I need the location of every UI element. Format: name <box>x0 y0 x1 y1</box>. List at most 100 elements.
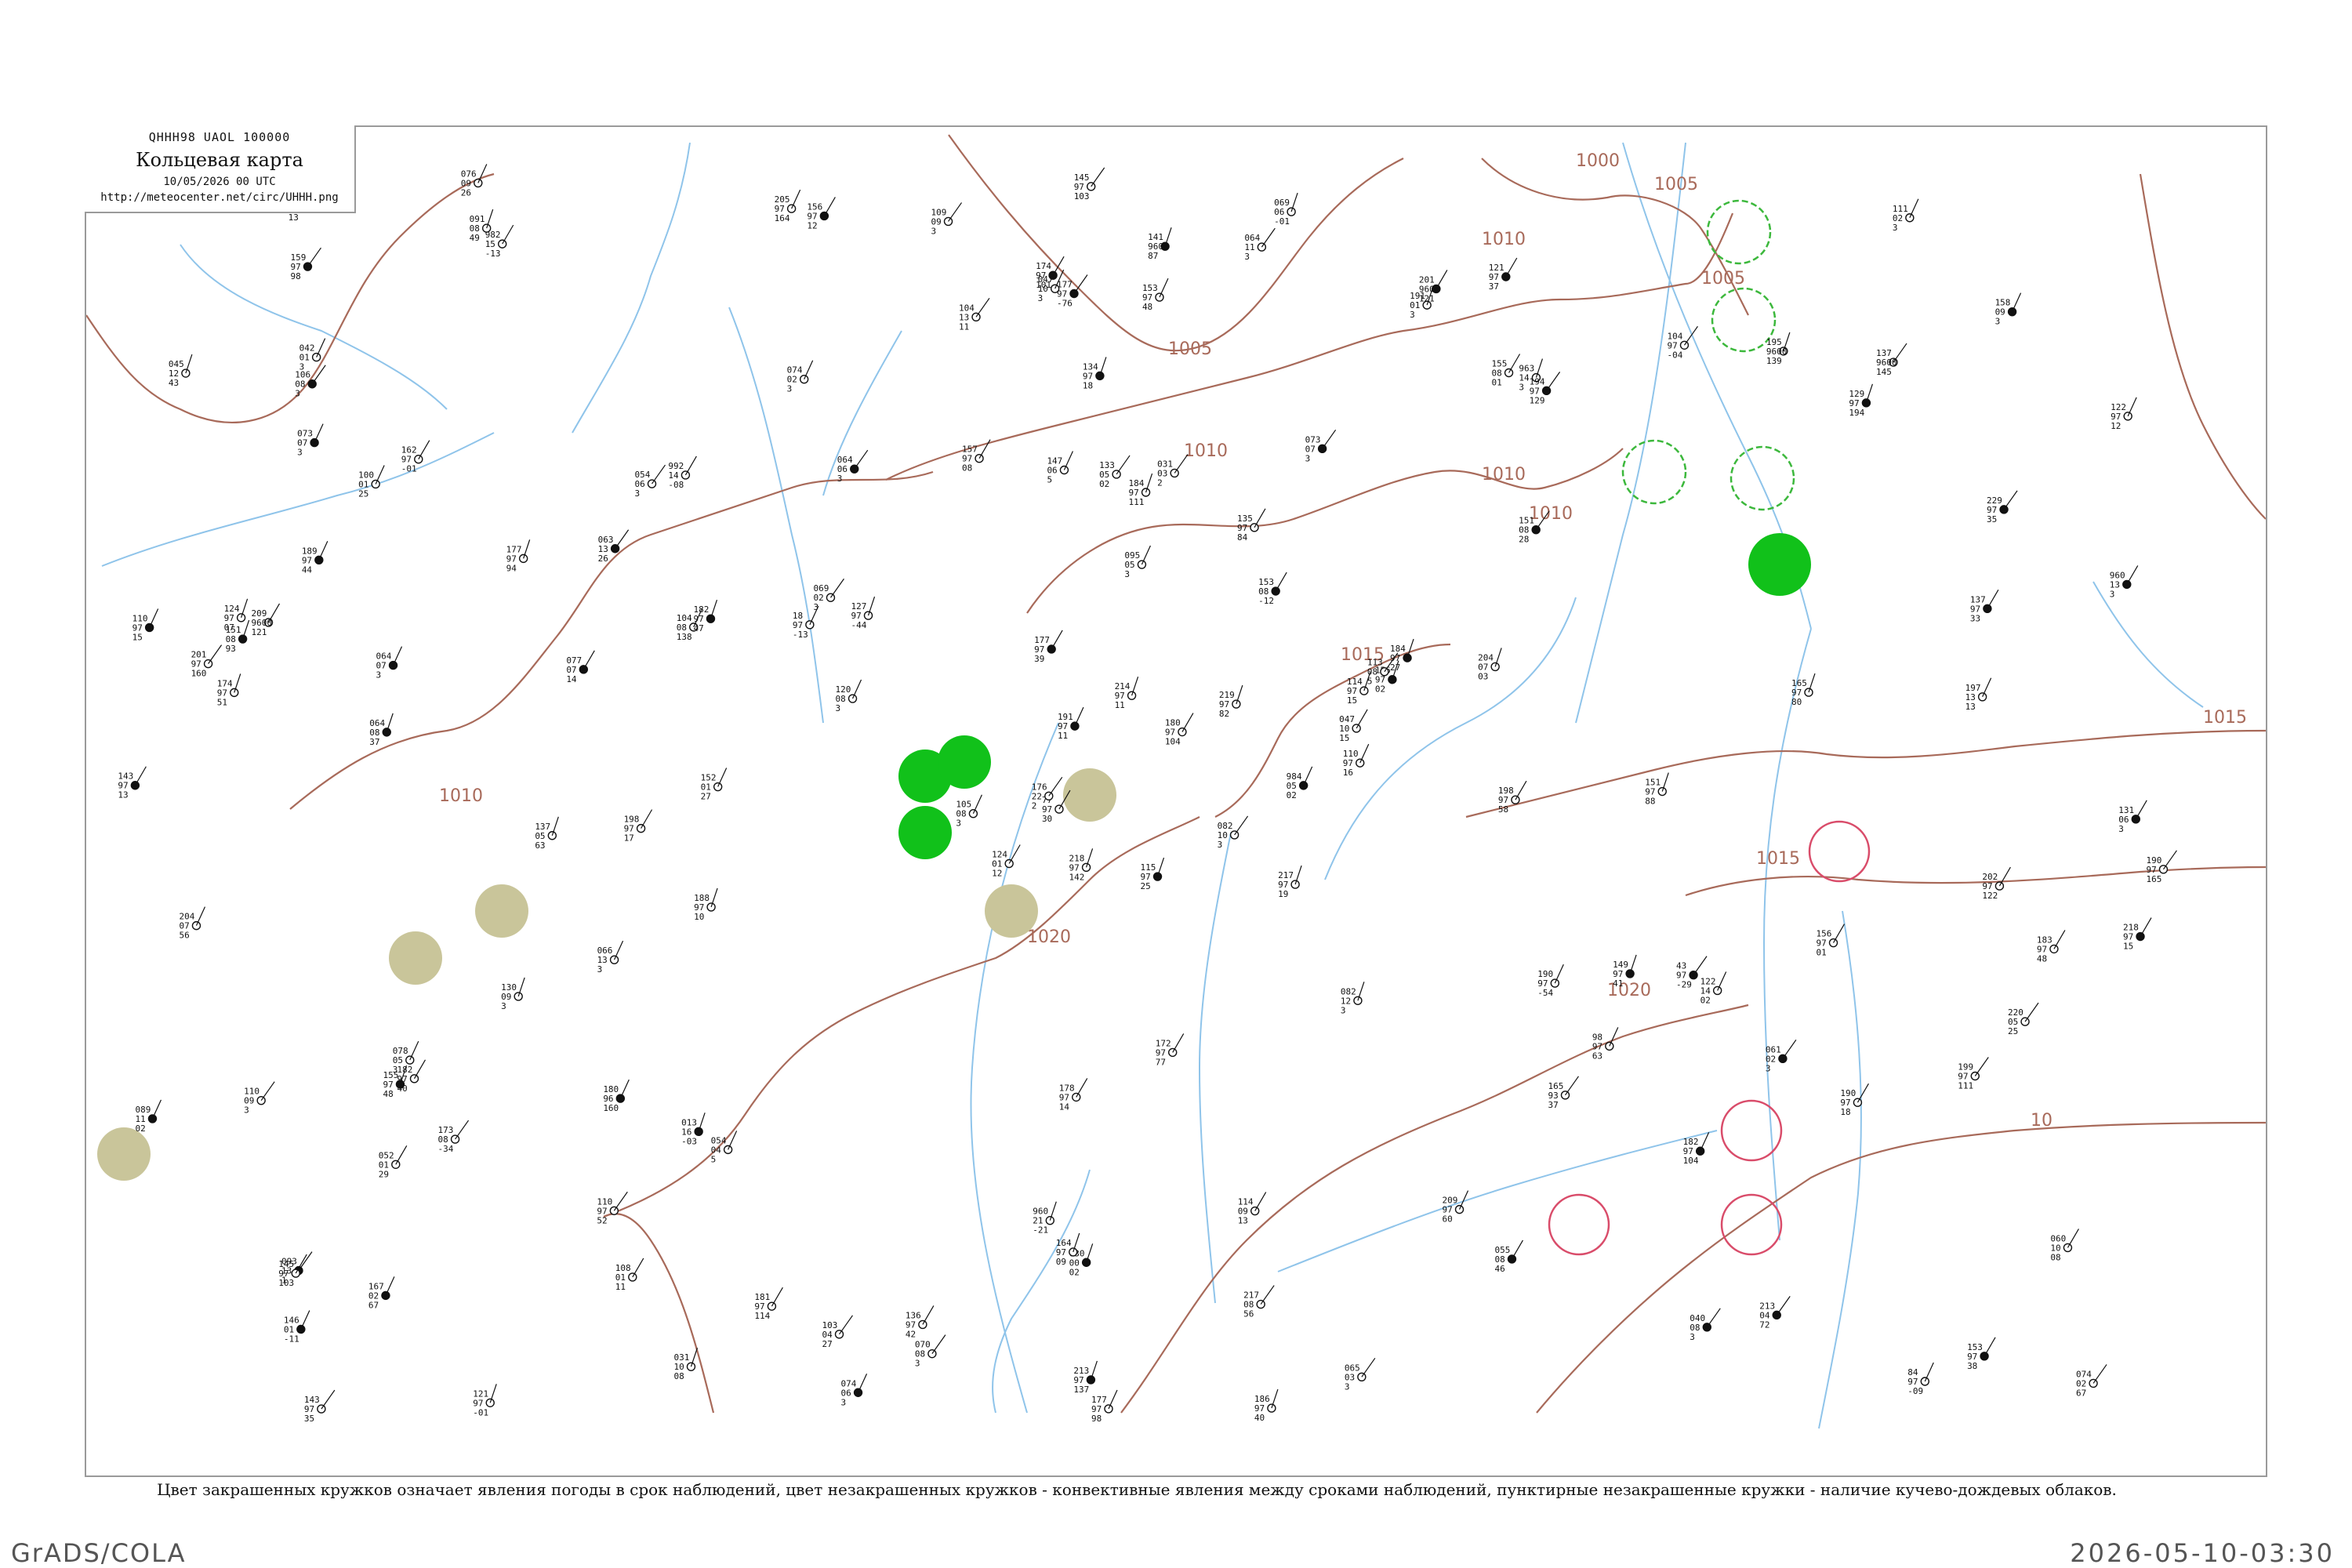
station-plot[interactable]: 1159725 <box>1141 857 1165 891</box>
station-plot[interactable]: 1539748 <box>1142 278 1169 312</box>
station-plot[interactable]: 12997194 <box>1849 383 1873 418</box>
station-plot[interactable]: 0471015 <box>1339 709 1368 743</box>
station-plot[interactable]: 061023 <box>1766 1039 1797 1073</box>
station-plot[interactable]: 095053 <box>1124 545 1151 579</box>
station-plot[interactable]: 1599798 <box>290 247 321 281</box>
station-plot[interactable]: 1379600145 <box>1876 343 1907 377</box>
station-plot[interactable]: 1989758 <box>1498 780 1527 815</box>
station-plot[interactable]: 1919711 <box>1058 706 1084 741</box>
station-plot[interactable]: 1379733 <box>1970 589 1999 623</box>
station-plot[interactable]: 1749751 <box>217 673 241 707</box>
station-plot[interactable]: 18096160 <box>603 1079 630 1113</box>
station-plot[interactable]: 1779798 <box>1091 1389 1118 1424</box>
station-plot[interactable]: 2040703 <box>1478 648 1502 681</box>
station-plot[interactable]: 2040756 <box>179 906 206 941</box>
station-plot[interactable]: 18197114 <box>754 1287 783 1321</box>
station-plot[interactable]: 147065 <box>1047 451 1073 485</box>
station-plot[interactable]: 1330502 <box>1099 455 1131 489</box>
station-plot[interactable]: 0891102 <box>135 1099 162 1134</box>
station-plot[interactable]: 1729777 <box>1156 1033 1185 1067</box>
station-plot[interactable]: 1971313 <box>1965 677 1992 712</box>
station-plot[interactable]: 960133 <box>2110 565 2139 599</box>
station-plot[interactable]: 1370563 <box>535 816 559 851</box>
station-plot[interactable]: 16297-01 <box>401 440 430 474</box>
station-plot[interactable]: 2149711 <box>1115 676 1139 710</box>
station-plot[interactable]: 1569712 <box>807 197 836 230</box>
station-plot[interactable]: 1989717 <box>624 809 653 844</box>
station-plot[interactable]: 19097165 <box>2146 850 2177 884</box>
station-plot[interactable]: 20297122 <box>1982 866 2011 901</box>
station-plot[interactable]: 066133 <box>597 940 624 975</box>
station-plot[interactable]: 14597103 <box>1074 167 1105 201</box>
station-plot[interactable]: 141960087 <box>1148 227 1172 261</box>
station-plot[interactable]: 120083 <box>836 679 862 713</box>
station-plot[interactable]: 1030427 <box>822 1315 853 1349</box>
station-plot[interactable]: 064073 <box>376 646 403 681</box>
station-plot[interactable]: 1439735 <box>304 1389 336 1424</box>
station-plot[interactable]: 1550801 <box>1492 354 1521 388</box>
station-plot[interactable]: 0770714 <box>566 650 595 684</box>
station-plot[interactable]: 18297104 <box>1683 1131 1710 1166</box>
station-plot[interactable]: 2099600121 <box>251 603 281 637</box>
station-plot[interactable]: 1959600139 <box>1766 332 1791 366</box>
station-plot[interactable]: 1659780 <box>1791 673 1816 707</box>
station-plot[interactable]: 1789714 <box>1059 1078 1088 1112</box>
station-plot[interactable]: 1229712 <box>2111 397 2137 431</box>
station-plot[interactable]: 0740267 <box>2076 1364 2107 1398</box>
station-plot[interactable]: 2299735 <box>1987 490 2018 524</box>
station-plot[interactable]: 1670267 <box>368 1276 395 1310</box>
station-plot[interactable]: 082103 <box>1218 815 1249 850</box>
station-plot[interactable]: 082123 <box>1341 982 1365 1015</box>
station-plot[interactable]: 073073 <box>1305 429 1337 463</box>
station-plot[interactable]: 2130472 <box>1759 1295 1791 1330</box>
station-plot[interactable]: 1519788 <box>1645 772 1669 807</box>
station-plot[interactable]: 1080111 <box>615 1258 644 1292</box>
station-plot[interactable]: 110093 <box>244 1081 275 1116</box>
station-plot[interactable]: 0601008 <box>2050 1229 2079 1262</box>
station-plot[interactable]: 064113 <box>1244 227 1276 262</box>
station-plot[interactable]: 20597164 <box>775 189 801 223</box>
station-plot[interactable]: 158093 <box>1995 292 2022 327</box>
station-plot[interactable]: 1899744 <box>302 541 328 575</box>
station-plot[interactable]: 109093 <box>931 202 963 236</box>
station-plot[interactable]: 19097-54 <box>1537 964 1564 998</box>
map-url[interactable]: http://meteocenter.net/circ/UHHH.png <box>85 191 354 204</box>
station-plot[interactable]: 069023 <box>813 578 844 612</box>
station-plot[interactable]: 1569701 <box>1816 924 1846 958</box>
station-plot[interactable]: 8497-09 <box>1907 1362 1934 1396</box>
station-plot[interactable]: 2200525 <box>2008 1002 2039 1036</box>
station-plot[interactable]: 21897142 <box>1069 848 1094 882</box>
station-plot[interactable]: 1659337 <box>1548 1076 1579 1110</box>
station-plot[interactable]: 01316-03 <box>681 1112 706 1146</box>
station-plot[interactable]: 073073 <box>297 423 324 458</box>
station-plot[interactable]: 1839748 <box>2037 930 2066 964</box>
station-plot[interactable]: 1369742 <box>906 1305 935 1339</box>
station-plot[interactable]: 1349718 <box>1083 357 1107 390</box>
station-plot[interactable]: 1041311 <box>959 297 990 332</box>
station-plot[interactable]: 18497111 <box>1129 473 1153 507</box>
station-plot[interactable]: 1889710 <box>694 887 718 922</box>
station-plot[interactable]: 0550846 <box>1494 1240 1523 1274</box>
station-plot[interactable]: 054045 <box>711 1131 738 1164</box>
station-plot[interactable]: 1909718 <box>1840 1083 1869 1117</box>
station-plot[interactable]: 1779739 <box>1034 630 1063 664</box>
station-plot[interactable]: 1221402 <box>1700 971 1727 1005</box>
station-plot[interactable]: 06906-01 <box>1274 192 1298 227</box>
station-plot[interactable]: 14601-11 <box>284 1310 310 1344</box>
station-plot[interactable]: 1439713 <box>118 766 147 800</box>
station-plot[interactable]: 96021-21 <box>1033 1201 1057 1236</box>
station-plot[interactable]: 105083 <box>956 794 982 829</box>
station-plot[interactable]: 070083 <box>915 1334 946 1369</box>
station-plot[interactable]: 18097104 <box>1165 713 1194 747</box>
station-plot[interactable]: 131063 <box>2118 800 2147 834</box>
station-plot[interactable]: 130093 <box>501 977 525 1011</box>
station-plot[interactable]: 1109715 <box>132 608 159 642</box>
station-plot[interactable]: 054063 <box>635 464 666 499</box>
station-plot[interactable]: 064063 <box>837 449 869 484</box>
station-plot[interactable]: 1109716 <box>1343 743 1370 778</box>
station-plot[interactable]: 0520129 <box>379 1145 408 1179</box>
station-plot[interactable]: 074063 <box>841 1374 868 1407</box>
station-plot[interactable]: 040083 <box>1690 1308 1721 1342</box>
station-plot[interactable]: 1219737 <box>1489 257 1518 292</box>
station-plot[interactable]: 074023 <box>787 360 814 394</box>
